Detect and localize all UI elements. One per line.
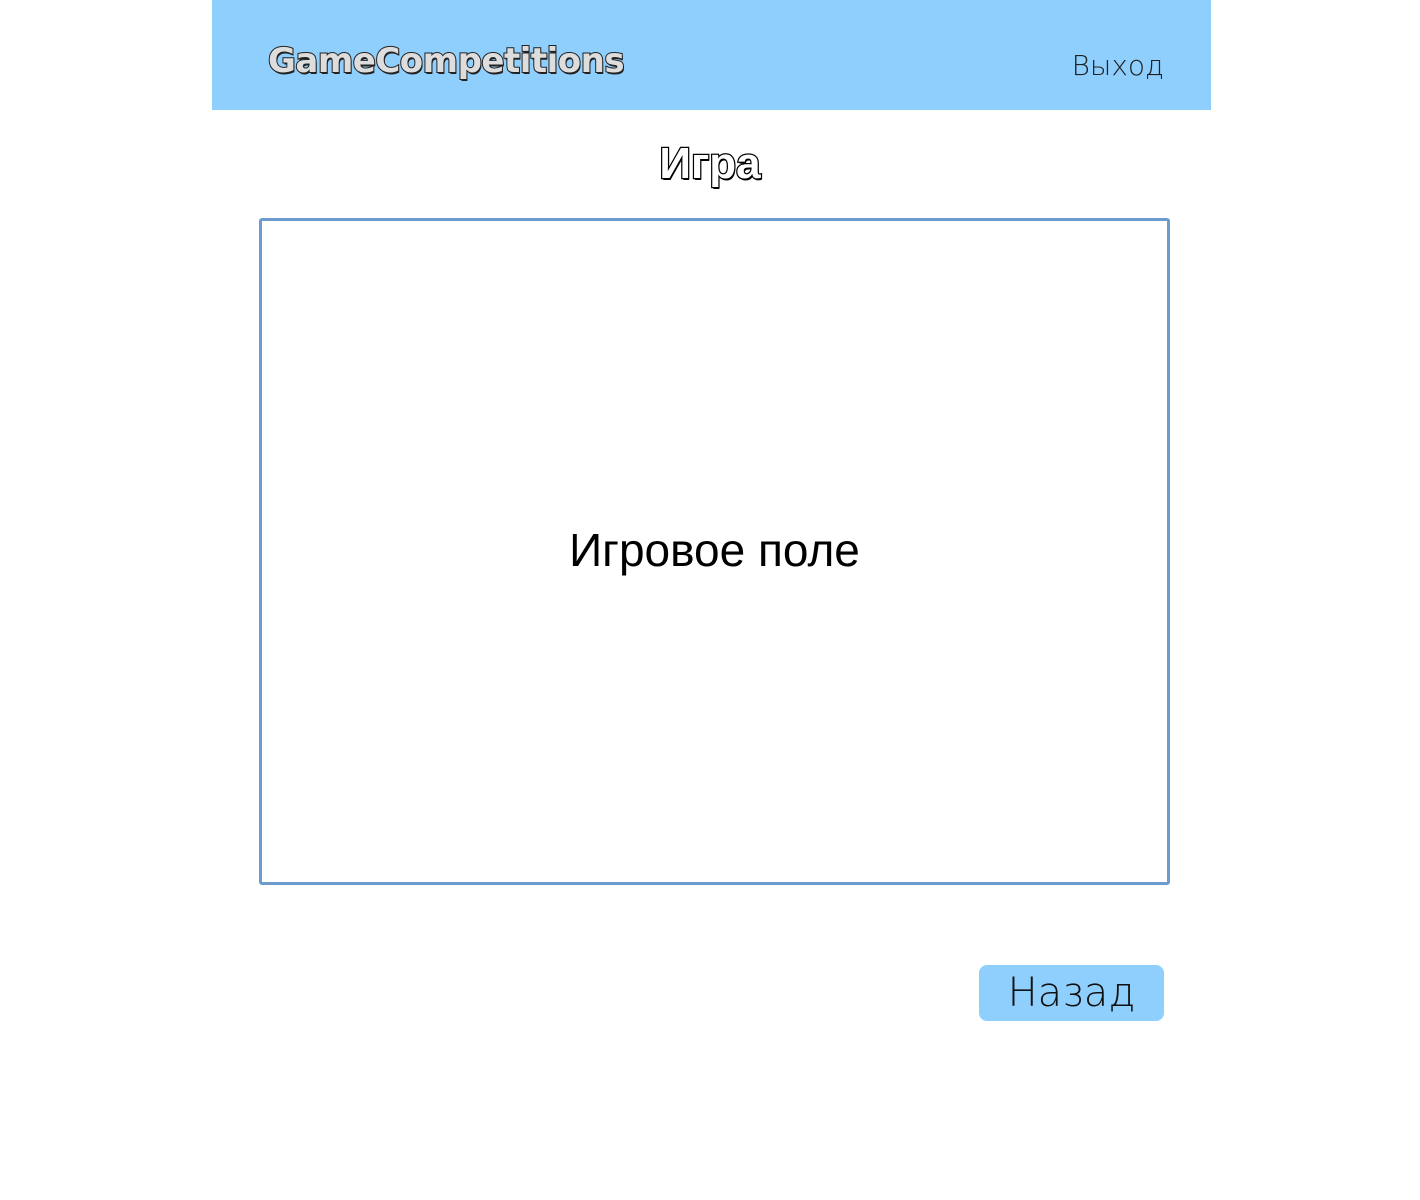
site-logo[interactable]: GameCompetitions [267,43,626,79]
game-field[interactable]: Игровое поле [259,218,1170,885]
back-button[interactable]: Назад [979,965,1164,1021]
logout-link[interactable]: Выход [1072,52,1164,80]
game-field-label: Игровое поле [569,524,860,576]
page-title: Игра [658,139,762,188]
page: GameCompetitions Выход Игра Игровое поле… [0,0,1420,1200]
